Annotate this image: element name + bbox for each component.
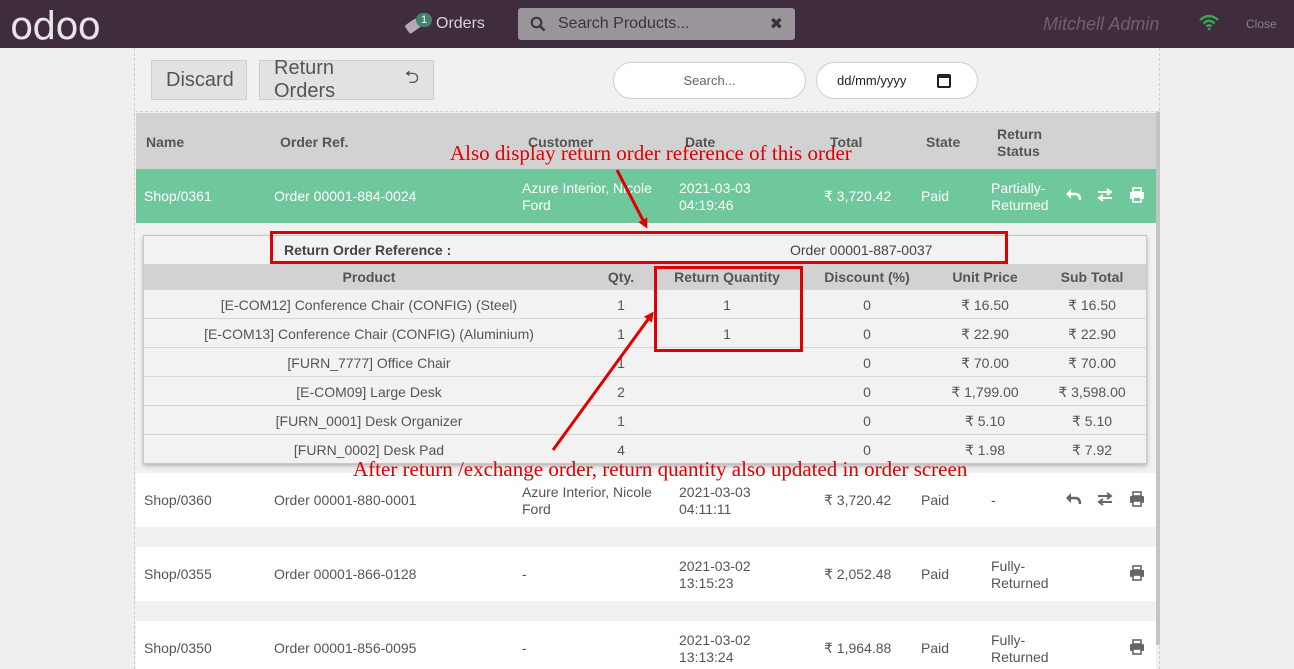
detail-cell-disc: 0 [863,413,871,429]
detail-cell-qty: 1 [617,297,625,313]
annotation-box-reference [270,231,1008,264]
detail-cell-sub: ₹ 3,598.00 [1058,384,1126,400]
detail-line: [FURN_7777] Office Chair 1 0 ₹ 70.00 ₹ 70.00 [144,347,1146,376]
detail-cell-disc: 0 [863,355,871,371]
detail-cell-sub: ₹ 5.10 [1071,413,1113,429]
header-state: State [926,134,961,150]
calendar-icon[interactable] [937,74,951,88]
detail-cell-price: ₹ 16.50 [961,297,1009,313]
header-order-ref: Order Ref. [280,134,349,150]
odoo-logo: odoo [10,4,101,48]
detail-line: [E-COM13] Conference Chair (CONFIG) (Alu… [144,318,1146,347]
undo-icon: ⮌ [404,67,419,87]
orders-label: Orders [436,15,485,32]
detail-cell-price: ₹ 5.10 [964,413,1006,429]
detail-line: [E-COM09] Large Desk 2 0 ₹ 1,799.00 ₹ 3,598.… [144,376,1146,405]
detail-cell-disc: 0 [863,384,871,400]
detail-cell-product: [FURN_0001] Desk Organizer [275,413,463,429]
orders-button[interactable]: 1 Orders [404,10,485,38]
search-products-input[interactable]: Search Products... ✖ [518,8,795,40]
detail-cell-price: ₹ 1,799.00 [951,384,1019,400]
close-icon[interactable]: ✖ [770,14,783,34]
detail-cell-sub: ₹ 16.50 [1068,297,1116,313]
detail-cell-qty: 4 [617,442,625,458]
detail-cell-price: ₹ 70.00 [961,355,1009,371]
return-orders-button[interactable]: Return Orders ⮌ [259,57,434,102]
detail-cell-product: [FURN_0002] Desk Pad [293,442,445,458]
return-orders-label: Return Orders [274,57,336,102]
print-icon[interactable] [1128,187,1146,203]
print-icon[interactable] [1128,639,1146,655]
table-row[interactable]: Shop/0361 Order 00001-884-0024 Azure Int… [136,169,1156,223]
order-detail-panel: Return Order Reference : Order 00001-887… [143,235,1147,464]
detail-header: Product Qty. Return Quantity Discount (%… [144,264,1146,289]
date-placeholder: dd/mm/yyyy [837,73,907,88]
detail-cell-disc: 0 [863,297,871,313]
wifi-icon [1199,14,1219,30]
return-icon[interactable] [1064,187,1082,203]
annotation-box-return-qty [654,266,803,352]
scrollbar[interactable] [1156,112,1160,645]
detail-cell-product: [E-COM09] Large Desk [296,384,442,400]
detail-cell-qty: 2 [617,384,625,400]
date-input[interactable]: dd/mm/yyyy [816,62,978,99]
print-icon[interactable] [1128,491,1146,507]
search-orders-input[interactable]: Search... [613,62,806,99]
table-row[interactable]: Shop/0350 Order 00001-856-0095 - 2021-03… [136,621,1156,669]
search-icon [530,16,546,32]
table-row[interactable]: Shop/0355 Order 00001-866-0128 - 2021-03… [136,547,1156,601]
close-button[interactable]: Close [1246,17,1277,31]
header-name: Name [146,134,185,150]
annotation-bottom: After return /exchange order, return qua… [353,457,968,481]
detail-cell-price: ₹ 22.90 [961,326,1009,342]
detail-cell-qty: 1 [617,326,625,342]
detail-cell-product: [FURN_7777] Office Chair [287,355,451,371]
detail-cell-product: [E-COM12] Conference Chair (CONFIG) (Ste… [220,297,518,313]
top-bar: odoo 1 Orders Search Products... ✖ Mitch… [0,0,1294,48]
detail-cell-product: [E-COM13] Conference Chair (CONFIG) (Alu… [204,326,534,342]
detail-cell-sub: ₹ 7.92 [1071,442,1113,458]
detail-cell-sub: ₹ 70.00 [1068,355,1116,371]
controls-bar: Discard Return Orders ⮌ Search... dd/mm/… [135,48,1159,112]
header-return-status: Return Status [997,126,1043,159]
detail-cell-disc: 0 [863,442,871,458]
print-icon[interactable] [1128,565,1146,581]
detail-cell-disc: 0 [863,326,871,342]
user-name: Mitchell Admin [1043,14,1160,34]
discard-button[interactable]: Discard [151,60,247,100]
return-icon[interactable] [1064,491,1082,507]
tag-icon: 1 [404,13,433,35]
exchange-icon[interactable] [1096,491,1114,507]
search-products-placeholder: Search Products... [558,15,690,32]
annotation-top: Also display return order reference of t… [450,141,852,165]
orders-badge: 1 [416,13,433,27]
detail-cell-qty: 1 [617,355,625,371]
detail-line: [FURN_0001] Desk Organizer 1 0 ₹ 5.10 ₹ 5.10 [144,405,1146,434]
exchange-icon[interactable] [1096,187,1114,203]
detail-cell-sub: ₹ 22.90 [1068,326,1116,342]
detail-cell-qty: 1 [617,413,625,429]
detail-line: [E-COM12] Conference Chair (CONFIG) (Ste… [144,289,1146,318]
